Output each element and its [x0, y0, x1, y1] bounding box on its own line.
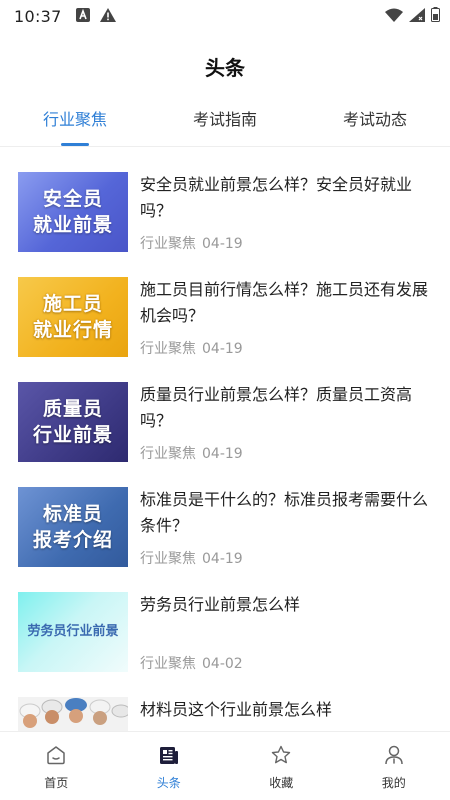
tab-exam-guide[interactable]: 考试指南 — [150, 100, 300, 146]
article-meta: 行业聚焦 04-19 — [140, 443, 243, 463]
thumbnail-text: 报考介绍 — [32, 529, 113, 551]
article-title[interactable]: 标准员是干什么的？标准员报考需要什么条件？ — [140, 487, 430, 539]
article-date: 04-19 — [202, 551, 243, 567]
list-item[interactable]: 劳务员行业前景 劳务员行业前景怎么样 行业聚焦 04-02 — [0, 567, 450, 672]
nav-favorites[interactable]: 收藏 — [225, 732, 338, 800]
nav-home[interactable]: 首页 — [0, 732, 113, 800]
notification-a-icon — [75, 7, 90, 26]
star-icon — [270, 744, 292, 770]
article-category: 行业聚焦 — [140, 551, 196, 567]
list-item[interactable]: 标准员 报考介绍 标准员是干什么的？标准员报考需要什么条件？ 行业聚焦 04-19 — [0, 462, 450, 567]
tab-exam-news[interactable]: 考试动态 — [300, 100, 450, 146]
article-date: 04-02 — [202, 656, 243, 672]
thumbnail-text: 行业前景 — [32, 424, 113, 446]
article-thumbnail: 安全员 就业前景 — [18, 172, 128, 252]
article-title[interactable]: 施工员目前行情怎么样？施工员还有发展机会吗？ — [140, 277, 430, 329]
thumbnail-text: 就业前景 — [32, 214, 113, 236]
nav-label: 首页 — [44, 776, 69, 790]
article-title[interactable]: 材料员这个行业前景怎么样 — [140, 697, 430, 723]
article-meta: 行业聚焦 04-19 — [140, 548, 243, 568]
article-category: 行业聚焦 — [140, 446, 196, 462]
article-thumbnail: 标准员 报考介绍 — [18, 487, 128, 567]
tab-industry-focus[interactable]: 行业聚焦 — [0, 100, 150, 146]
tab-label: 考试动态 — [342, 110, 407, 129]
wifi-icon — [385, 7, 403, 26]
thumbnail-text: 施工员 — [42, 293, 103, 315]
thumbnail-text: 标准员 — [42, 503, 103, 525]
hard-hat-workers-icon — [19, 698, 128, 728]
article-date: 04-19 — [202, 446, 243, 462]
category-tabs: 行业聚焦 考试指南 考试动态 — [0, 100, 450, 146]
list-item[interactable]: 施工员 就业行情 施工员目前行情怎么样？施工员还有发展机会吗？ 行业聚焦 04-1… — [0, 252, 450, 357]
workers-photo-thumbnail — [18, 697, 128, 731]
user-icon — [383, 744, 405, 770]
article-thumbnail: 质量员 行业前景 — [18, 382, 128, 462]
article-category: 行业聚焦 — [140, 341, 196, 357]
battery-icon — [431, 6, 440, 26]
nav-news[interactable]: 头条 — [113, 732, 226, 800]
nav-label: 头条 — [156, 776, 181, 790]
article-thumbnail: 劳务员行业前景 — [18, 592, 128, 672]
nav-label: 收藏 — [269, 776, 294, 790]
list-item[interactable]: 质量员 行业前景 质量员行业前景怎么样？质量员工资高吗？ 行业聚焦 04-19 — [0, 357, 450, 462]
article-date: 04-19 — [202, 236, 243, 252]
article-thumbnail: 施工员 就业行情 — [18, 277, 128, 357]
status-time: 10:37 — [14, 6, 62, 26]
list-item[interactable]: 材料员这个行业前景怎么样 — [0, 672, 450, 731]
article-category: 行业聚焦 — [140, 236, 196, 252]
nav-profile[interactable]: 我的 — [338, 732, 450, 800]
thumbnail-text: 质量员 — [42, 398, 103, 420]
home-icon — [45, 744, 67, 770]
article-meta: 行业聚焦 04-02 — [140, 653, 243, 673]
news-icon — [158, 744, 180, 770]
page-title: 头条 — [205, 56, 245, 80]
tab-label: 行业聚焦 — [42, 110, 107, 129]
warning-icon — [99, 7, 116, 26]
article-category: 行业聚焦 — [140, 656, 196, 672]
status-bar: 10:37 — [0, 0, 450, 32]
article-date: 04-19 — [202, 341, 243, 357]
article-meta: 行业聚焦 04-19 — [140, 338, 243, 358]
thumbnail-text: 劳务员行业前景 — [27, 624, 119, 639]
nav-label: 我的 — [381, 776, 406, 790]
tab-label: 考试指南 — [192, 110, 257, 129]
article-title[interactable]: 安全员就业前景怎么样？安全员好就业吗？ — [140, 172, 430, 224]
thumbnail-text: 安全员 — [42, 188, 103, 210]
list-item[interactable]: 安全员 就业前景 安全员就业前景怎么样？安全员好就业吗？ 行业聚焦 04-19 — [0, 147, 450, 252]
article-meta: 行业聚焦 04-19 — [140, 233, 243, 253]
thumbnail-text: 就业行情 — [32, 319, 113, 341]
article-title[interactable]: 劳务员行业前景怎么样 — [140, 592, 430, 618]
signal-icon — [409, 7, 425, 26]
article-list[interactable]: 安全员 就业前景 安全员就业前景怎么样？安全员好就业吗？ 行业聚焦 04-19 施… — [0, 147, 450, 731]
article-title[interactable]: 质量员行业前景怎么样？质量员工资高吗？ — [140, 382, 430, 434]
bottom-navigation: 首页 头条 收藏 我的 — [0, 731, 450, 800]
